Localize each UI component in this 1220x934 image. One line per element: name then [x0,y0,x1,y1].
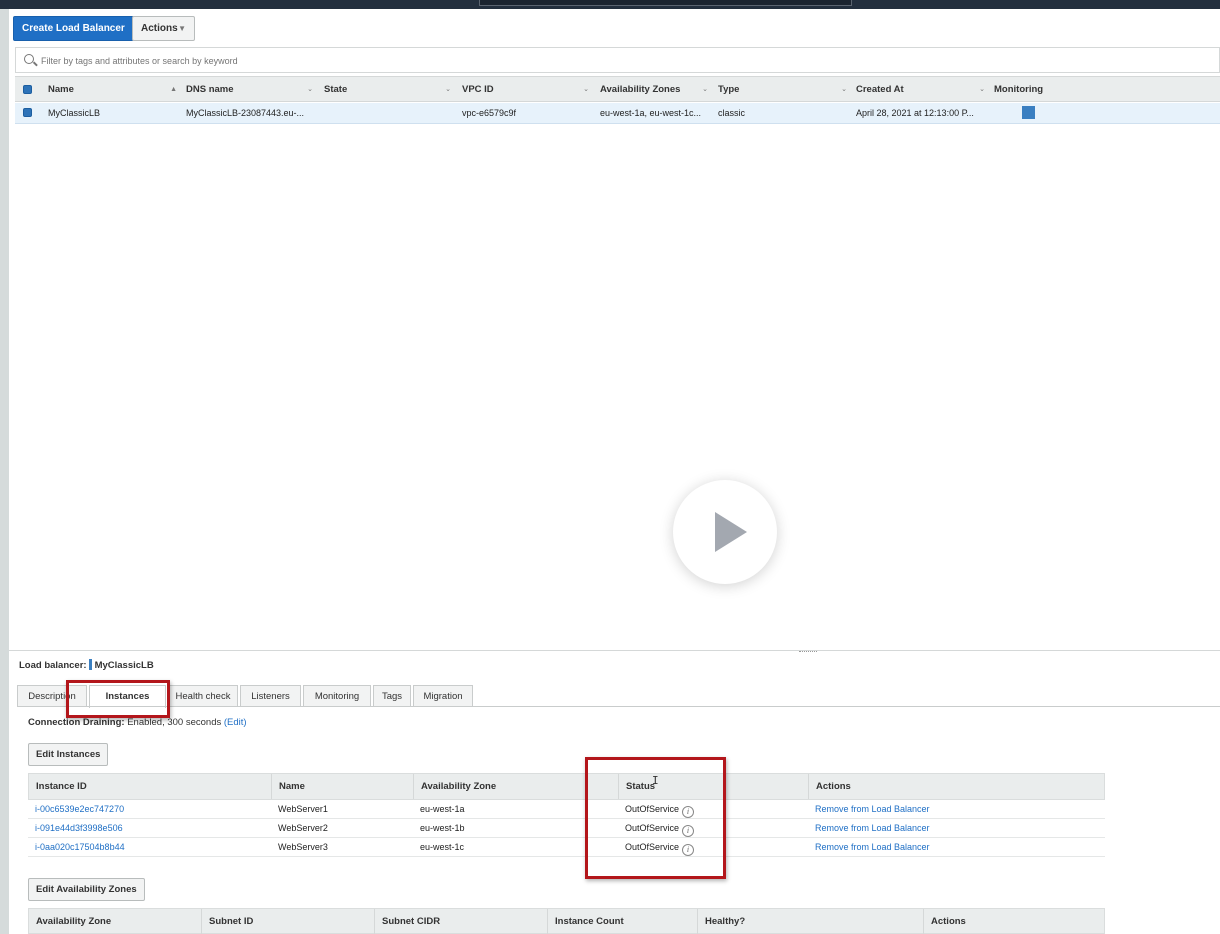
instance-status: OutOfService i [618,800,695,818]
selection-marker [88,659,92,670]
chevron-down-icon: ▼ [178,24,186,33]
column-header-availability-zone: Availability Zone [29,909,202,934]
info-icon[interactable]: i [682,844,695,856]
tab-listeners[interactable]: Listeners [240,685,301,707]
column-header-vpc-id[interactable]: VPC ID ⌄ [462,77,593,102]
instances-table: Instance ID Name Availability Zone Statu… [28,773,1105,863]
pane-splitter[interactable] [9,650,1220,653]
instances-table-header: Instance ID Name Availability Zone Statu… [28,773,1105,800]
instance-name: WebServer2 [278,823,328,833]
lb-dns-cell: MyClassicLB-23087443.eu-... [186,108,305,118]
lb-table-header: Name ▲ DNS name ⌄ State ⌄ VPC ID ⌄ Availabil… [15,76,1220,102]
play-icon[interactable] [673,480,777,584]
lb-created-cell: April 28, 2021 at 12:13:00 P... [856,108,974,118]
lb-name-cell: MyClassicLB [48,108,101,118]
select-all-checkbox[interactable] [23,85,32,94]
tab-description[interactable]: Description [17,685,87,707]
chevron-down-icon: ⌄ [583,86,589,93]
connection-draining: Connection Draining: Enabled, 300 second… [28,717,247,728]
tabs-divider [17,706,1220,707]
az-table-header: Availability Zone Subnet ID Subnet CIDR … [28,908,1105,934]
drag-handle-icon[interactable] [799,651,817,654]
tab-monitoring[interactable]: Monitoring [303,685,371,707]
instance-name: WebServer3 [278,842,328,852]
load-balancers-console: Create Load Balancer Actions ▼ Name▲ DNS… [9,9,1220,934]
tab-instances[interactable]: Instances [89,685,166,708]
column-header-name[interactable]: Name ▲ [48,77,181,102]
details-lb-name: MyClassicLB [94,660,154,671]
lb-table-row[interactable]: MyClassicLB MyClassicLB-23087443.eu-... … [15,103,1220,124]
monitoring-chart-icon[interactable] [1022,106,1035,119]
tab-migration[interactable]: Migration [413,685,473,707]
search-input[interactable] [41,53,541,68]
edit-connection-draining-link[interactable]: (Edit) [224,717,247,728]
instance-row: i-00c6539e2ec747270 WebServer1 eu-west-1… [28,800,1105,819]
column-header-subnet-id: Subnet ID [202,909,375,934]
column-header-name: Name [272,774,414,799]
remove-from-lb-link[interactable]: Remove from Load Balancer [808,819,930,837]
instance-row: i-0aa020c17504b8b44 WebServer3 eu-west-1… [28,838,1105,857]
column-header-instance-id: Instance ID [29,774,272,799]
chevron-down-icon: ⌄ [979,86,985,93]
instance-az: eu-west-1c [420,842,465,852]
edit-availability-zones-button[interactable]: Edit Availability Zones [28,878,145,901]
column-header-monitoring[interactable]: Monitoring [994,77,1054,102]
actions-label: Actions [141,23,178,34]
filter-bar [15,47,1220,73]
text-cursor-icon: I [652,774,659,787]
chevron-down-icon: ⌄ [445,86,451,93]
instance-az: eu-west-1a [420,804,465,814]
sort-ascending-icon: ▲ [170,86,177,93]
column-header-type[interactable]: Type ⌄ [718,77,851,102]
search-icon [24,54,34,64]
remove-from-lb-link[interactable]: Remove from Load Balancer [808,838,930,856]
lb-azs-cell: eu-west-1a, eu-west-1c... [600,108,702,118]
column-header-subnet-cidr: Subnet CIDR [375,909,548,934]
info-icon[interactable]: i [682,825,695,837]
column-header-actions: Actions [816,781,851,792]
lb-type-cell: classic [718,108,746,118]
column-header-created-at[interactable]: Created At ⌄ [856,77,989,102]
top-nav-tab [479,0,852,6]
tab-tags[interactable]: Tags [373,685,411,707]
column-header-availability-zones[interactable]: Availability Zones ⌄ [600,77,712,102]
lb-vpc-cell: vpc-e6579c9f [462,108,517,118]
instance-status: OutOfService i [618,819,695,837]
column-header-state[interactable]: State ⌄ [324,77,455,102]
instance-id-link[interactable]: i-00c6539e2ec747270 [28,800,124,818]
row-checkbox[interactable] [23,108,32,117]
tab-health-check[interactable]: Health check [168,685,238,707]
create-load-balancer-button[interactable]: Create Load Balancer [13,16,134,41]
availability-zones-table: Availability Zone Subnet ID Subnet CIDR … [28,908,1105,934]
instance-id-link[interactable]: i-0aa020c17504b8b44 [28,838,125,856]
info-icon[interactable]: i [682,806,695,818]
chevron-down-icon: ⌄ [841,86,847,93]
chevron-down-icon: ⌄ [702,86,708,93]
column-header-actions: Actions [931,916,966,927]
column-header-healthy: Healthy? [698,909,924,934]
actions-dropdown-button[interactable]: Actions ▼ [132,16,195,41]
instance-row: i-091e44d3f3998e506 WebServer2 eu-west-1… [28,819,1105,838]
top-nav-strip [0,0,1220,9]
column-header-availability-zone: Availability Zone [414,774,619,799]
column-header-status: Status [619,774,809,799]
left-sidebar-edge [0,9,9,934]
column-header-instance-count: Instance Count [548,909,698,934]
instance-id-link[interactable]: i-091e44d3f3998e506 [28,819,123,837]
remove-from-lb-link[interactable]: Remove from Load Balancer [808,800,930,818]
column-header-dns-name[interactable]: DNS name ⌄ [186,77,317,102]
chevron-down-icon: ⌄ [307,86,313,93]
instance-name: WebServer1 [278,804,328,814]
details-title: Load balancer: MyClassicLB [19,659,154,671]
instance-az: eu-west-1b [420,823,465,833]
edit-instances-button[interactable]: Edit Instances [28,743,109,766]
instance-status: OutOfService i [618,838,695,856]
